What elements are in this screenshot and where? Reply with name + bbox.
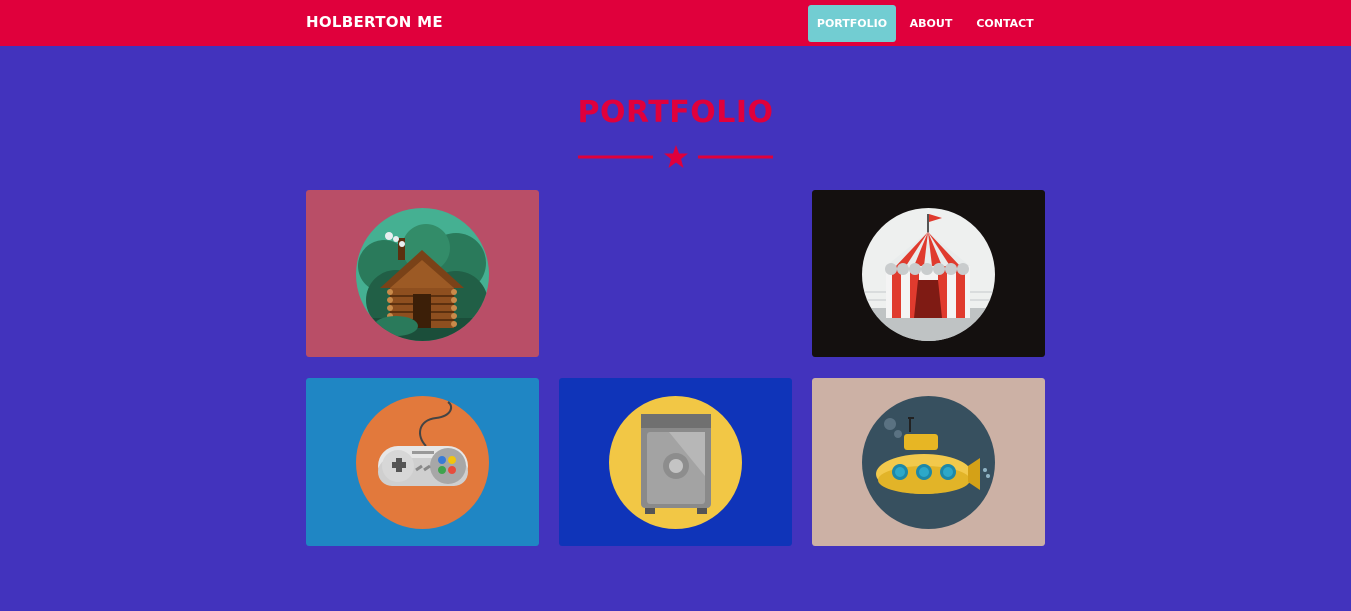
safe-icon [609, 396, 742, 529]
submarine-icon [862, 396, 995, 529]
portfolio-item-safe[interactable] [559, 378, 792, 546]
star-icon [664, 145, 688, 168]
page-title: PORTFOLIO [577, 95, 774, 130]
nav-portfolio[interactable]: PORTFOLIO [808, 5, 896, 42]
log-cabin-icon [356, 208, 489, 341]
nav-contact[interactable]: CONTACT [968, 5, 1042, 42]
navbar: HOLBERTON ME PORTFOLIO ABOUT CONTACT [0, 0, 1351, 46]
brand-logo[interactable]: HOLBERTON ME [306, 13, 443, 31]
portfolio-item-submarine[interactable] [812, 378, 1045, 546]
portfolio-item-circus[interactable] [812, 190, 1045, 357]
portfolio-item-controller[interactable] [306, 378, 539, 546]
nav-about[interactable]: ABOUT [902, 5, 960, 42]
title-divider [578, 145, 773, 168]
game-controller-icon [356, 396, 489, 529]
portfolio-item-cabin[interactable] [306, 190, 539, 357]
circus-tent-icon [862, 208, 995, 341]
